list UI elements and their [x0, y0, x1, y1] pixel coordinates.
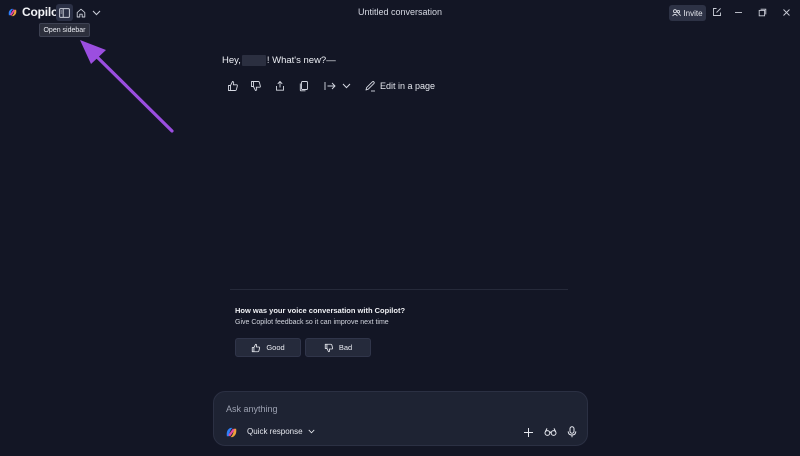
redacted-name: [241, 55, 266, 66]
invite-label: Invite: [683, 8, 703, 18]
export-button[interactable]: [323, 79, 337, 93]
ask-input[interactable]: [226, 401, 566, 417]
greeting-suffix: ! What's new?—: [266, 55, 336, 66]
composer: Quick response: [213, 391, 588, 446]
sidebar-tooltip: Open sidebar: [39, 23, 90, 37]
edit-in-page-button[interactable]: Edit in a page: [364, 79, 435, 93]
app-logo[interactable]: Copilot: [7, 5, 62, 19]
copilot-logo-icon[interactable]: [225, 426, 238, 439]
home-button[interactable]: [72, 4, 89, 21]
vision-button[interactable]: [543, 425, 557, 439]
title-bar: Copilot Untitled conversation Invite: [0, 0, 800, 25]
assistant-greeting: Hey, ! What's new?—: [222, 55, 336, 66]
close-icon: [782, 8, 790, 16]
share-button[interactable]: [273, 79, 287, 93]
thumbs-down-icon: [251, 81, 261, 91]
greeting-prefix: Hey,: [222, 55, 241, 66]
new-chat-button[interactable]: [710, 5, 724, 19]
restore-button[interactable]: [755, 5, 769, 19]
people-icon: [672, 9, 682, 17]
copilot-logo-icon: [8, 8, 17, 16]
add-button[interactable]: [521, 425, 535, 439]
thumbs-up-icon: [252, 343, 261, 352]
sidebar-toggle-button[interactable]: [56, 4, 73, 21]
glasses-icon: [544, 428, 557, 436]
thumbs-down-icon: [324, 343, 333, 352]
response-mode-select[interactable]: Quick response: [247, 427, 315, 436]
minimize-button[interactable]: [731, 5, 745, 19]
sidebar-icon: [59, 7, 70, 18]
divider: [230, 289, 568, 290]
minimize-icon: [734, 11, 742, 13]
compose-icon: [713, 8, 721, 16]
chevron-down-icon: [342, 83, 350, 89]
feedback-title: How was your voice conversation with Cop…: [235, 306, 406, 315]
response-mode-label: Quick response: [247, 427, 303, 436]
edit-pen-icon: [365, 81, 375, 92]
export-dropdown-button[interactable]: [339, 79, 353, 93]
annotation-arrow-icon: [80, 40, 174, 133]
microphone-icon: [567, 426, 577, 438]
bad-label: Bad: [338, 343, 353, 352]
edit-in-page-label: Edit in a page: [380, 81, 436, 91]
close-button[interactable]: [779, 5, 793, 19]
arrow-right-icon: [324, 82, 336, 90]
menu-dropdown-button[interactable]: [88, 4, 105, 21]
copy-icon: [299, 81, 308, 92]
invite-button[interactable]: Invite: [669, 5, 706, 21]
copy-button[interactable]: [297, 79, 311, 93]
chevron-down-icon: [92, 10, 101, 15]
share-icon: [276, 80, 284, 91]
thumbs-up-icon: [228, 81, 238, 91]
like-button[interactable]: [226, 79, 240, 93]
good-label: Good: [266, 343, 285, 352]
feedback-subtitle: Give Copilot feedback so it can improve …: [235, 319, 389, 326]
chevron-down-icon: [308, 429, 315, 434]
restore-icon: [758, 8, 766, 16]
dislike-button[interactable]: [249, 79, 263, 93]
home-icon: [76, 8, 85, 17]
good-feedback-button[interactable]: Good: [235, 338, 301, 357]
bad-feedback-button[interactable]: Bad: [305, 338, 371, 357]
voice-button[interactable]: [565, 425, 579, 439]
plus-icon: [523, 427, 533, 437]
